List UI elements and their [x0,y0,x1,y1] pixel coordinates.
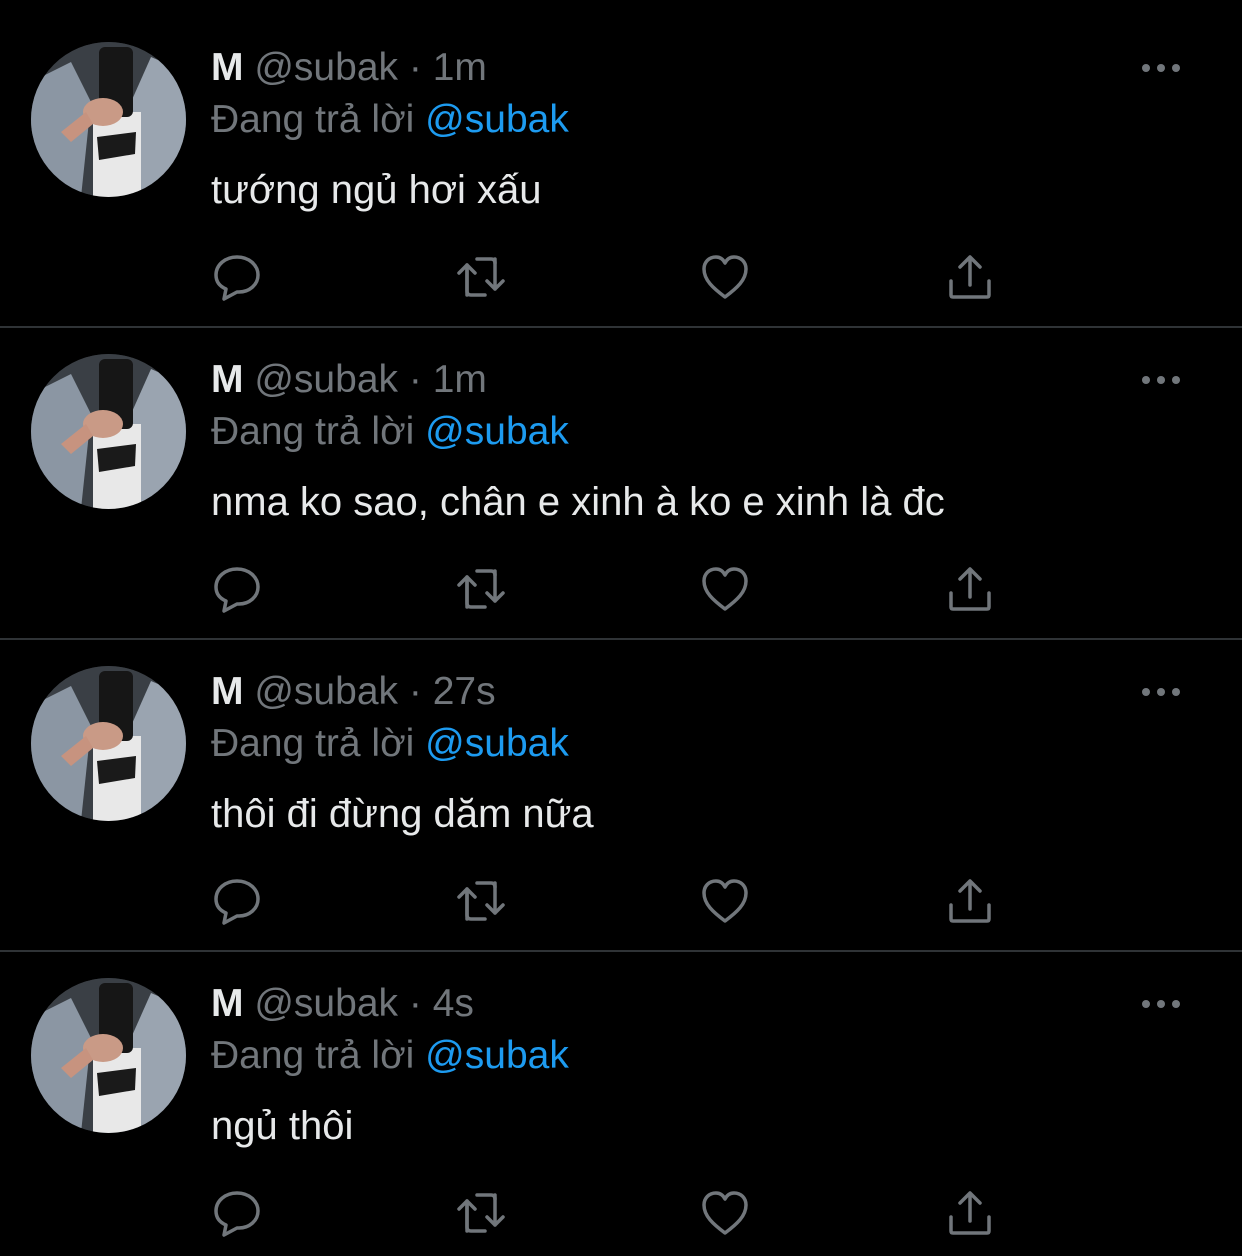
separator-dot: · [408,46,422,89]
user-handle[interactable]: @subak [254,46,398,89]
replying-to-label: Đang trả lời [211,410,415,453]
replying-to-label: Đang trả lời [211,98,415,141]
separator-dot: · [408,982,422,1025]
display-name[interactable]: M [211,982,244,1025]
mention-link[interactable]: @subak [425,410,569,453]
reply-icon[interactable] [211,1187,263,1239]
mention-link[interactable]: @subak [425,722,569,765]
retweet-icon[interactable] [455,251,507,303]
replying-to: Đang trả lời @subak [211,408,569,456]
share-icon[interactable] [944,1187,996,1239]
replying-to: Đang trả lời @subak [211,1032,569,1080]
display-name[interactable]: M [211,46,244,89]
timestamp[interactable]: 27s [433,670,496,713]
tweet[interactable]: M @subak · 27s Đang trả lời @subak thôi … [0,624,1242,952]
tweet[interactable]: M @subak · 1m Đang trả lời @subak nma ko… [0,312,1242,640]
tweet-header: M @subak · 4s [211,980,474,1028]
retweet-icon[interactable] [455,875,507,927]
tweet-text: tướng ngủ hơi xấu [211,168,542,212]
tweet-text: nma ko sao, chân e xinh à ko e xinh là đ… [211,480,945,524]
more-icon[interactable] [1138,988,1184,1020]
more-icon[interactable] [1138,52,1184,84]
reply-icon[interactable] [211,875,263,927]
replying-to: Đang trả lời @subak [211,96,569,144]
share-icon[interactable] [944,251,996,303]
separator-dot: · [408,670,422,713]
timestamp[interactable]: 1m [433,358,487,401]
tweet-text: thôi đi đừng dăm nữa [211,792,594,836]
tweet-header: M @subak · 1m [211,44,487,92]
reply-icon[interactable] [211,563,263,615]
replying-to-label: Đang trả lời [211,722,415,765]
more-icon[interactable] [1138,676,1184,708]
avatar[interactable] [31,354,186,509]
separator-dot: · [408,358,422,401]
heart-icon[interactable] [699,563,751,615]
tweet-header: M @subak · 27s [211,668,496,716]
timeline: M @subak · 1m Đang trả lời @subak tướng … [0,0,1242,1256]
mention-link[interactable]: @subak [425,98,569,141]
avatar[interactable] [31,666,186,821]
reply-icon[interactable] [211,251,263,303]
share-icon[interactable] [944,563,996,615]
heart-icon[interactable] [699,251,751,303]
tweet-text: ngủ thôi [211,1104,354,1148]
timestamp[interactable]: 1m [433,46,487,89]
tweet-header: M @subak · 1m [211,356,487,404]
replying-to-label: Đang trả lời [211,1034,415,1077]
replying-to: Đang trả lời @subak [211,720,569,768]
share-icon[interactable] [944,875,996,927]
more-icon[interactable] [1138,364,1184,396]
heart-icon[interactable] [699,875,751,927]
user-handle[interactable]: @subak [254,670,398,713]
display-name[interactable]: M [211,358,244,401]
timestamp[interactable]: 4s [433,982,474,1025]
tweet[interactable]: M @subak · 1m Đang trả lời @subak tướng … [0,0,1242,328]
tweet[interactable]: M @subak · 4s Đang trả lời @subak ngủ th… [0,936,1242,1248]
avatar[interactable] [31,42,186,197]
user-handle[interactable]: @subak [254,982,398,1025]
retweet-icon[interactable] [455,563,507,615]
retweet-icon[interactable] [455,1187,507,1239]
heart-icon[interactable] [699,1187,751,1239]
display-name[interactable]: M [211,670,244,713]
avatar[interactable] [31,978,186,1133]
mention-link[interactable]: @subak [425,1034,569,1077]
user-handle[interactable]: @subak [254,358,398,401]
